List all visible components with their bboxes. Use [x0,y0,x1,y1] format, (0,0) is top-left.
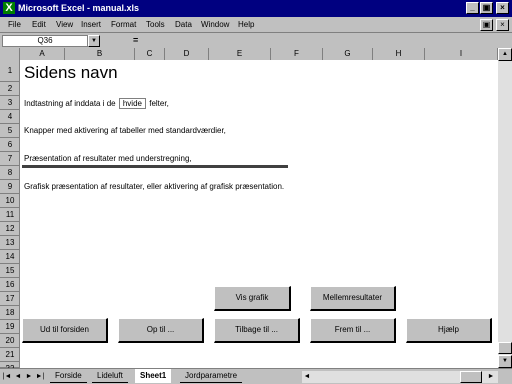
row-header[interactable]: 11 [0,208,20,222]
row-header[interactable]: 18 [0,306,20,320]
tab-lideluft[interactable]: Lideluft [92,369,128,383]
horizontal-scrollbar[interactable]: ◄ ► [302,371,498,383]
column-header-b[interactable]: B [65,48,135,60]
column-header-a[interactable]: A [20,48,65,60]
column-header-h[interactable]: H [373,48,425,60]
maximize-button[interactable]: ▣ [480,2,493,14]
sheet-body[interactable]: Sidens navn Indtastning af inddata i de … [20,60,498,368]
menu-tools[interactable]: Tools [146,19,165,30]
last-sheet-icon[interactable]: ►| [35,372,45,382]
close-button[interactable]: × [496,2,509,14]
input-instruction-suffix: felter, [149,99,169,108]
column-header-i[interactable]: I [425,48,498,60]
menu-format[interactable]: Format [111,19,136,30]
vertical-scroll-thumb[interactable] [498,342,512,354]
column-header-f[interactable]: F [271,48,323,60]
row-header[interactable]: 17 [0,292,20,306]
column-headers: A B C D E F G H I [0,48,498,60]
name-box[interactable]: Q36 [2,35,88,47]
vertical-scrollbar[interactable]: ▲ ▼ [498,48,512,368]
chevron-down-icon[interactable]: ▼ [88,35,100,47]
row-header[interactable]: 14 [0,250,20,264]
white-cell-example: hvide [118,98,146,109]
graphics-instruction-line: Grafisk præsentation af resultater, elle… [24,182,285,191]
row-header[interactable]: 19 [0,320,20,334]
row-header[interactable]: 10 [0,194,20,208]
back-to-button[interactable]: Tilbage til ... [214,318,300,343]
intermediate-results-button[interactable]: Mellemresultater [310,286,396,311]
excel-app-icon[interactable]: X [3,2,15,14]
minimize-button[interactable]: _ [466,2,479,14]
page-heading: Sidens navn [24,63,118,82]
menu-file[interactable]: File [8,19,21,30]
menu-bar: File Edit View Insert Format Tools Data … [0,17,512,33]
sheet-tab-bar: |◄ ◄ ► ►| Forside Lideluft Sheet1 Jordpa… [0,368,512,384]
help-button[interactable]: Hjælp [406,318,492,343]
previous-sheet-icon[interactable]: ◄ [13,372,23,382]
show-graph-button[interactable]: Vis grafik [214,286,291,311]
row-header[interactable]: 1 [0,60,20,82]
row-header[interactable]: 9 [0,180,20,194]
up-to-button[interactable]: Op til ... [118,318,204,343]
row-header[interactable]: 7 [0,152,20,166]
row-header[interactable]: 3 [0,96,20,110]
results-instruction-line: Præsentation af resultater med understre… [24,154,192,163]
forward-to-button[interactable]: Frem til ... [310,318,396,343]
menu-help[interactable]: Help [238,19,254,30]
scroll-left-icon[interactable]: ◄ [302,372,312,382]
row-header[interactable]: 4 [0,110,20,124]
results-underline [22,165,288,168]
menu-window[interactable]: Window [201,19,229,30]
menu-view[interactable]: View [56,19,73,30]
tab-sheet1[interactable]: Sheet1 [135,369,172,383]
row-header[interactable]: 15 [0,264,20,278]
menu-insert[interactable]: Insert [81,19,101,30]
buttons-instruction-line: Knapper med aktivering af tabeller med s… [24,126,226,135]
row-header[interactable]: 12 [0,222,20,236]
tab-jordparametre[interactable]: Jordparametre [180,369,243,383]
scroll-down-icon[interactable]: ▼ [498,355,512,368]
first-sheet-icon[interactable]: |◄ [2,372,12,382]
scroll-right-icon[interactable]: ► [486,372,496,382]
row-header[interactable]: 6 [0,138,20,152]
document-restore-button[interactable]: ▣ [480,19,493,31]
row-header[interactable]: 16 [0,278,20,292]
input-instruction-prefix: Indtastning af inddata i de [24,99,116,108]
row-header[interactable]: 8 [0,166,20,180]
tab-forside[interactable]: Forside [50,369,87,383]
formula-input[interactable] [148,35,510,47]
menu-edit[interactable]: Edit [32,19,46,30]
row-header[interactable]: 5 [0,124,20,138]
column-header-d[interactable]: D [165,48,209,60]
horizontal-scroll-thumb[interactable] [460,371,482,383]
document-close-button[interactable]: × [496,19,509,31]
row-header[interactable]: 13 [0,236,20,250]
row-header[interactable]: 21 [0,348,20,362]
formula-bar: Q36 ▼ = [0,33,512,48]
worksheet-grid: A B C D E F G H I 1 2 3 4 5 6 7 8 9 10 1… [0,48,498,368]
to-front-page-button[interactable]: Ud til forsiden [22,318,108,343]
input-instruction-line: Indtastning af inddata i de hvide felter… [24,98,169,109]
row-header[interactable]: 2 [0,82,20,96]
next-sheet-icon[interactable]: ► [24,372,34,382]
select-all-corner[interactable] [0,48,20,60]
column-header-e[interactable]: E [209,48,271,60]
column-header-c[interactable]: C [135,48,165,60]
window-title: Microsoft Excel - manual.xls [18,3,140,13]
title-bar: X Microsoft Excel - manual.xls _ ▣ × [0,0,512,17]
row-header[interactable]: 20 [0,334,20,348]
scroll-up-icon[interactable]: ▲ [498,48,512,61]
column-header-g[interactable]: G [323,48,373,60]
row-headers: 1 2 3 4 5 6 7 8 9 10 11 12 13 14 15 16 1… [0,60,20,368]
menu-data[interactable]: Data [175,19,192,30]
equals-sign[interactable]: = [133,35,138,46]
